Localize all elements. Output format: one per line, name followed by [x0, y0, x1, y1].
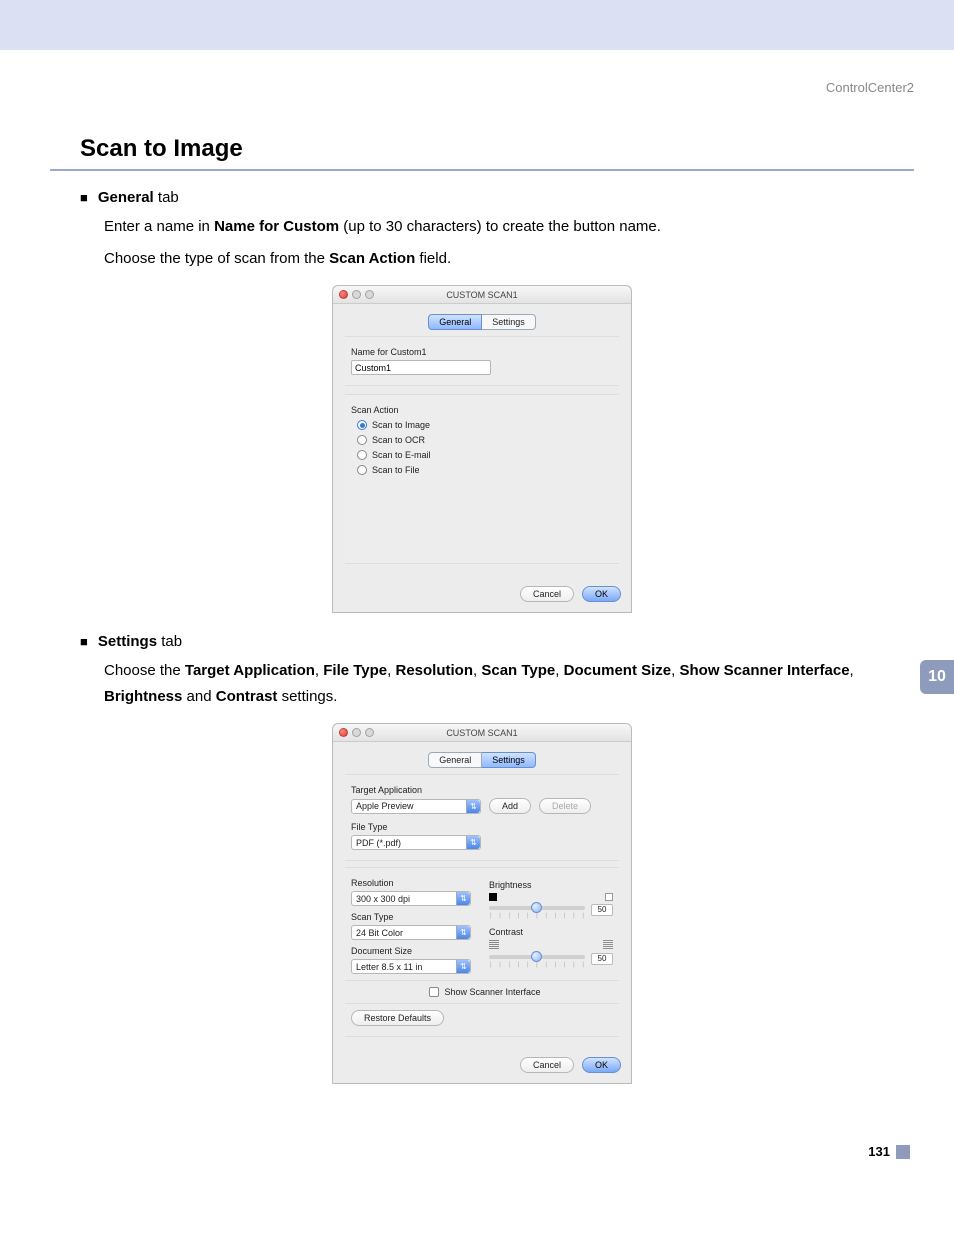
- dialog-general: CUSTOM SCAN1 General Settings Name for C…: [332, 285, 632, 613]
- bullet-icon: ■: [80, 190, 88, 205]
- resolution-select[interactable]: 300 x 300 dpi ⇅: [351, 891, 471, 906]
- target-application-select[interactable]: Apple Preview ⇅: [351, 799, 481, 814]
- radio-scan-to-file[interactable]: Scan to File: [357, 465, 613, 475]
- contrast-label: Contrast: [489, 927, 613, 937]
- breadcrumb: ControlCenter2: [50, 80, 914, 95]
- tab-settings[interactable]: Settings: [482, 314, 536, 330]
- radio-scan-to-image[interactable]: Scan to Image: [357, 420, 613, 430]
- high-contrast-icon: [603, 940, 613, 950]
- brightness-slider[interactable]: [489, 906, 585, 910]
- titlebar: CUSTOM SCAN1: [333, 286, 631, 304]
- contrast-value: 50: [591, 953, 613, 965]
- file-type-label: File Type: [351, 822, 613, 832]
- resolution-label: Resolution: [351, 878, 475, 888]
- dialog-settings: CUSTOM SCAN1 General Settings Target App…: [332, 723, 632, 1084]
- name-for-custom-input[interactable]: [351, 360, 491, 375]
- tab-general[interactable]: General: [428, 752, 482, 768]
- settings-tab-heading: Settings tab: [98, 633, 182, 650]
- ok-button[interactable]: OK: [582, 586, 621, 602]
- contrast-slider[interactable]: [489, 955, 585, 959]
- tab-bar: General Settings: [345, 752, 619, 768]
- delete-button[interactable]: Delete: [539, 798, 591, 814]
- tab-general[interactable]: General: [428, 314, 482, 330]
- tab-settings[interactable]: Settings: [482, 752, 536, 768]
- cancel-button[interactable]: Cancel: [520, 1057, 574, 1073]
- restore-defaults-button[interactable]: Restore Defaults: [351, 1010, 444, 1026]
- tab-bar: General Settings: [345, 314, 619, 330]
- scan-type-label: Scan Type: [351, 912, 475, 922]
- settings-text-1: Choose the Target Application, File Type…: [104, 658, 884, 709]
- page-number: 131: [868, 1144, 890, 1159]
- brightness-label: Brightness: [489, 880, 613, 890]
- radio-scan-to-ocr[interactable]: Scan to OCR: [357, 435, 613, 445]
- scan-type-select[interactable]: 24 Bit Color ⇅: [351, 925, 471, 940]
- chevron-updown-icon: ⇅: [466, 800, 480, 813]
- name-for-custom-label: Name for Custom1: [351, 347, 613, 357]
- header-bar: [0, 0, 954, 50]
- scan-action-label: Scan Action: [351, 405, 613, 415]
- general-tab-heading: General tab: [98, 189, 179, 206]
- show-scanner-label: Show Scanner Interface: [444, 987, 540, 997]
- bullet-icon: ■: [80, 634, 88, 649]
- dark-icon: [489, 893, 497, 901]
- chevron-updown-icon: ⇅: [456, 892, 470, 905]
- low-contrast-icon: [489, 940, 499, 950]
- file-type-select[interactable]: PDF (*.pdf) ⇅: [351, 835, 481, 850]
- section-title: Scan to Image: [50, 135, 914, 171]
- chevron-updown-icon: ⇅: [466, 836, 480, 849]
- window-title: CUSTOM SCAN1: [333, 728, 631, 738]
- chevron-updown-icon: ⇅: [456, 960, 470, 973]
- general-text-1: Enter a name in Name for Custom (up to 3…: [104, 214, 884, 240]
- show-scanner-checkbox[interactable]: [429, 987, 439, 997]
- target-application-label: Target Application: [351, 785, 613, 795]
- brightness-value: 50: [591, 904, 613, 916]
- page-marker-icon: [896, 1145, 910, 1159]
- add-button[interactable]: Add: [489, 798, 531, 814]
- window-title: CUSTOM SCAN1: [333, 290, 631, 300]
- document-size-label: Document Size: [351, 946, 475, 956]
- chevron-updown-icon: ⇅: [456, 926, 470, 939]
- light-icon: [605, 893, 613, 901]
- general-text-2: Choose the type of scan from the Scan Ac…: [104, 246, 884, 272]
- titlebar: CUSTOM SCAN1: [333, 724, 631, 742]
- chapter-tab: 10: [920, 660, 954, 694]
- ok-button[interactable]: OK: [582, 1057, 621, 1073]
- radio-scan-to-email[interactable]: Scan to E-mail: [357, 450, 613, 460]
- cancel-button[interactable]: Cancel: [520, 586, 574, 602]
- document-size-select[interactable]: Letter 8.5 x 11 in ⇅: [351, 959, 471, 974]
